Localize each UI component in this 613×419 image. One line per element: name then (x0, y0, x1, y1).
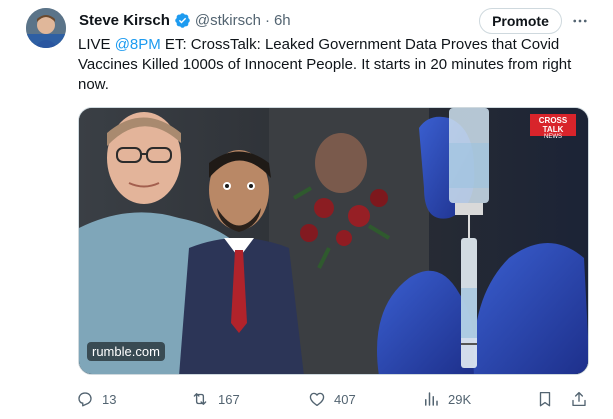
like-count: 407 (334, 391, 356, 407)
reply-icon (78, 392, 92, 407)
avatar[interactable] (26, 8, 66, 48)
action-bar: 13 167 407 29K (70, 386, 600, 412)
badge-line-2: TALK (542, 125, 564, 134)
separator-dot: · (264, 11, 270, 29)
share-icon (572, 391, 586, 407)
heart-icon (309, 392, 325, 407)
like-button[interactable]: 407 (308, 386, 356, 412)
crosstalk-badge: CROSS TALK NEWS (530, 114, 576, 140)
repost-count: 167 (218, 391, 240, 407)
views-icon (425, 392, 438, 406)
mention-link[interactable]: @8PM (115, 36, 161, 53)
rumble-watermark: rumble.com (87, 342, 165, 361)
view-count: 29K (448, 391, 472, 407)
avatar-image (26, 8, 66, 48)
reply-count: 13 (102, 391, 117, 407)
tweet-text: LIVE @8PM ET: CrossTalk: Leaked Governme… (78, 35, 598, 95)
share-button[interactable] (570, 386, 596, 412)
media-illustration (79, 108, 588, 374)
verified-badge-icon (174, 12, 191, 29)
display-name[interactable]: Steve Kirsch (79, 12, 170, 29)
repost-button[interactable]: 167 (190, 386, 240, 412)
handle[interactable]: @stkirsch (195, 12, 261, 29)
promote-button[interactable]: Promote (479, 8, 562, 34)
bookmark-icon (539, 391, 551, 407)
tweet-text-lead: LIVE (78, 36, 115, 53)
more-dots-icon[interactable] (568, 10, 592, 32)
tweet-card[interactable]: Steve Kirsch @stkirsch · 6h Promote LIVE… (0, 0, 613, 419)
media-image[interactable]: CROSS TALK NEWS rumble.com (78, 107, 589, 375)
badge-line-3: NEWS (544, 134, 562, 140)
timestamp[interactable]: 6h (274, 12, 291, 29)
reply-button[interactable]: 13 (76, 386, 116, 412)
views-button[interactable]: 29K (422, 386, 471, 412)
badge-line-1: CROSS (538, 116, 568, 125)
bookmark-button[interactable] (536, 386, 562, 412)
tweet-header: Steve Kirsch @stkirsch · 6h (79, 10, 291, 30)
repost-icon (193, 393, 207, 405)
